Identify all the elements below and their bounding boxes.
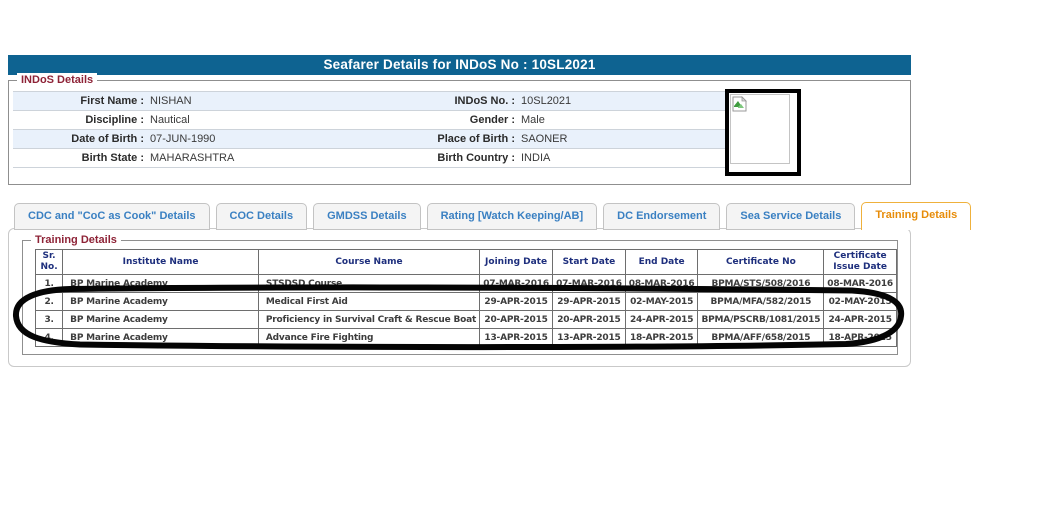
first-name-label: First Name : (13, 95, 144, 107)
cell-course: Medical First Aid (258, 293, 479, 311)
detail-row: Date of Birth : 07-JUN-1990 Place of Bir… (13, 130, 725, 149)
cell-start: 07-MAR-2016 (553, 275, 626, 293)
detail-row: Discipline : Nautical Gender : Male (13, 111, 725, 130)
cell-course: Advance Fire Fighting (258, 329, 479, 347)
table-row: 4. BP Marine Academy Advance Fire Fighti… (36, 329, 897, 347)
cell-end: 24-APR-2015 (625, 311, 698, 329)
tab-rating-watch-keeping[interactable]: Rating [Watch Keeping/AB] (427, 203, 598, 230)
cell-institute: BP Marine Academy (63, 329, 259, 347)
cell-sr: 3. (36, 311, 63, 329)
cell-issue: 18-APR-2015 (824, 329, 897, 347)
col-start-date: Start Date (553, 250, 626, 275)
col-end-date: End Date (625, 250, 698, 275)
indos-details-fieldset: INDoS Details First Name : NISHAN INDoS … (8, 80, 911, 185)
cell-start: 13-APR-2015 (553, 329, 626, 347)
cell-joining: 29-APR-2015 (480, 293, 553, 311)
birth-country-label: Birth Country : (400, 152, 515, 164)
cell-sr: 2. (36, 293, 63, 311)
cell-start: 29-APR-2015 (553, 293, 626, 311)
table-row: 2. BP Marine Academy Medical First Aid 2… (36, 293, 897, 311)
col-joining-date: Joining Date (480, 250, 553, 275)
date-of-birth-value: 07-JUN-1990 (144, 133, 400, 145)
gender-value: Male (515, 114, 545, 126)
indos-details-legend: INDoS Details (17, 73, 97, 87)
place-of-birth-label: Place of Birth : (400, 133, 515, 145)
col-sr-no: Sr. No. (36, 250, 63, 275)
cell-joining: 07-MAR-2016 (480, 275, 553, 293)
training-details-fieldset: Training Details Sr. No. Institute Name … (22, 240, 898, 355)
birth-state-value: MAHARASHTRA (144, 152, 400, 164)
tab-cdc-coc-as-cook[interactable]: CDC and "CoC as Cook" Details (14, 203, 210, 230)
gender-label: Gender : (400, 114, 515, 126)
cell-end: 18-APR-2015 (625, 329, 698, 347)
cell-certificate: BPMA/PSCRB/1081/2015 (698, 311, 824, 329)
indos-no-value: 10SL2021 (515, 95, 571, 107)
cell-joining: 20-APR-2015 (480, 311, 553, 329)
col-course-name: Course Name (258, 250, 479, 275)
cell-joining: 13-APR-2015 (480, 329, 553, 347)
tab-dc-endorsement[interactable]: DC Endorsement (603, 203, 720, 230)
cell-issue: 08-MAR-2016 (824, 275, 897, 293)
cell-course: STSDSD Course (258, 275, 479, 293)
detail-tabs: CDC and "CoC as Cook" Details COC Detail… (14, 202, 971, 230)
tab-sea-service-details[interactable]: Sea Service Details (726, 203, 855, 230)
table-row: 1. BP Marine Academy STSDSD Course 07-MA… (36, 275, 897, 293)
training-details-legend: Training Details (31, 233, 121, 247)
birth-state-label: Birth State : (13, 152, 144, 164)
cell-certificate: BPMA/STS/508/2016 (698, 275, 824, 293)
cell-sr: 4. (36, 329, 63, 347)
col-certificate-issue-date: Certificate Issue Date (824, 250, 897, 275)
place-of-birth-value: SAONER (515, 133, 567, 145)
discipline-label: Discipline : (13, 114, 144, 126)
cell-sr: 1. (36, 275, 63, 293)
training-table: Sr. No. Institute Name Course Name Joini… (35, 249, 897, 347)
cell-certificate: BPMA/AFF/658/2015 (698, 329, 824, 347)
cell-start: 20-APR-2015 (553, 311, 626, 329)
birth-country-value: INDIA (515, 152, 550, 164)
tab-gmdss-details[interactable]: GMDSS Details (313, 203, 420, 230)
first-name-value: NISHAN (144, 95, 400, 107)
cell-institute: BP Marine Academy (63, 311, 259, 329)
discipline-value: Nautical (144, 114, 400, 126)
indos-no-label: INDoS No. : (400, 95, 515, 107)
indos-details-rows: First Name : NISHAN INDoS No. : 10SL2021… (13, 91, 725, 168)
cell-course: Proficiency in Survival Craft & Rescue B… (258, 311, 479, 329)
cell-institute: BP Marine Academy (63, 275, 259, 293)
cell-end: 02-MAY-2015 (625, 293, 698, 311)
cell-certificate: BPMA/MFA/582/2015 (698, 293, 824, 311)
cell-issue: 02-MAY-2015 (824, 293, 897, 311)
col-certificate-no: Certificate No (698, 250, 824, 275)
photo-placeholder (725, 89, 801, 176)
tab-coc-details[interactable]: COC Details (216, 203, 308, 230)
page-title: Seafarer Details for INDoS No : 10SL2021 (8, 55, 911, 75)
tab-training-details[interactable]: Training Details (861, 202, 971, 230)
cell-issue: 24-APR-2015 (824, 311, 897, 329)
table-row: 3. BP Marine Academy Proficiency in Surv… (36, 311, 897, 329)
detail-row: First Name : NISHAN INDoS No. : 10SL2021 (13, 91, 725, 111)
cell-end: 08-MAR-2016 (625, 275, 698, 293)
detail-row: Birth State : MAHARASHTRA Birth Country … (13, 149, 725, 168)
date-of-birth-label: Date of Birth : (13, 133, 144, 145)
table-header-row: Sr. No. Institute Name Course Name Joini… (36, 250, 897, 275)
col-institute-name: Institute Name (63, 250, 259, 275)
seafarer-details-page: { "page": { "title": "Seafarer Details f… (0, 0, 1064, 509)
broken-image-icon (732, 96, 747, 112)
cell-institute: BP Marine Academy (63, 293, 259, 311)
